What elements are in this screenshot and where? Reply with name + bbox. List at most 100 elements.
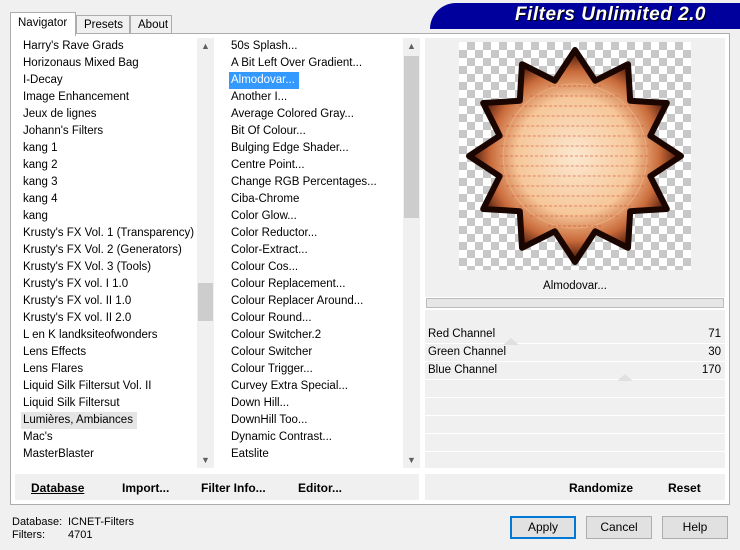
category-scrollbar[interactable]: ▲ ▼ [197, 38, 214, 468]
list-item[interactable]: Krusty's FX Vol. 3 (Tools) [21, 259, 197, 276]
reset-button[interactable]: Reset [668, 481, 701, 495]
scroll-down-icon[interactable]: ▼ [407, 456, 416, 465]
tab-presets[interactable]: Presets [76, 15, 130, 35]
category-list[interactable]: Harry's Rave Grads Horizonaus Mixed Bag I-… [21, 38, 197, 468]
list-item-label: Colour Replacement... [231, 278, 346, 290]
list-item[interactable]: Down Hill... [229, 395, 403, 412]
list-item[interactable]: Lens Flares [21, 361, 197, 378]
list-item-label: Down Hill... [231, 397, 290, 409]
list-item[interactable]: kang 3 [21, 174, 197, 191]
list-item-label: kang 4 [23, 193, 58, 205]
slider-handle[interactable] [503, 338, 519, 345]
list-item[interactable]: Dynamic Contrast... [229, 429, 403, 446]
slider-handle[interactable] [617, 374, 633, 381]
list-item[interactable]: Colour Switcher.2 [229, 327, 403, 344]
list-item[interactable]: Colour Round... [229, 310, 403, 327]
list-item-label: Color Glow... [231, 210, 297, 222]
slider-empty [425, 399, 725, 416]
list-item[interactable]: Almodovar... [229, 71, 403, 90]
apply-button[interactable]: Apply [510, 516, 576, 539]
list-item[interactable]: Curvey Extra Special... [229, 378, 403, 395]
list-item-label: Colour Cos... [231, 261, 299, 273]
list-item[interactable]: L en K landksiteofwonders [21, 327, 197, 344]
list-item[interactable]: Centre Point... [229, 157, 403, 174]
list-item[interactable]: Krusty's FX Vol. 2 (Generators) [21, 242, 197, 259]
list-item[interactable]: Lens Effects [21, 344, 197, 361]
list-item[interactable]: Johann's Filters [21, 123, 197, 140]
list-item[interactable]: Bulging Edge Shader... [229, 140, 403, 157]
list-item[interactable]: Color-Extract... [229, 242, 403, 259]
list-item[interactable]: Krusty's FX vol. I 1.0 [21, 276, 197, 293]
database-label: Database [31, 481, 85, 495]
slider-blue-channel[interactable]: Blue Channel 170 [425, 362, 725, 380]
list-item[interactable]: Colour Trigger... [229, 361, 403, 378]
filter-scroll-thumb[interactable] [404, 56, 419, 218]
filters-count-value: 4701 [68, 529, 93, 541]
list-item[interactable]: Krusty's FX Vol. 1 (Transparency) [21, 225, 197, 242]
list-item[interactable]: Horizonaus Mixed Bag [21, 55, 197, 72]
banner-title: Filters Unlimited 2.0 [514, 4, 706, 25]
list-item-label: Color-Extract... [231, 244, 308, 256]
list-item[interactable]: kang 4 [21, 191, 197, 208]
cancel-button[interactable]: Cancel [586, 516, 652, 539]
database-button[interactable]: Database [31, 481, 84, 495]
list-item[interactable]: Colour Switcher [229, 344, 403, 361]
slider-green-channel[interactable]: Green Channel 30 [425, 344, 725, 362]
filter-scrollbar[interactable]: ▲ ▼ [403, 38, 420, 468]
list-item[interactable]: Lumières, Ambiances [21, 412, 197, 429]
list-item[interactable]: MasterBlaster [21, 446, 197, 463]
navigator-panel: Harry's Rave Grads Horizonaus Mixed Bag I-… [10, 33, 730, 505]
list-item[interactable]: DownHill Too... [229, 412, 403, 429]
list-item[interactable]: Image Enhancement [21, 89, 197, 106]
list-item[interactable]: Eatslite [229, 446, 403, 463]
list-item[interactable]: Color Glow... [229, 208, 403, 225]
list-item[interactable]: Liquid Silk Filtersut Vol. II [21, 378, 197, 395]
tab-navigator[interactable]: Navigator [10, 12, 76, 36]
list-item[interactable]: Mac's [21, 429, 197, 446]
filter-info-button[interactable]: Filter Info... [201, 481, 266, 495]
list-item[interactable]: Harry's Rave Grads [21, 38, 197, 55]
list-item[interactable]: 50s Splash... [229, 38, 403, 55]
list-item[interactable]: Color Reductor... [229, 225, 403, 242]
list-item[interactable]: kang 2 [21, 157, 197, 174]
list-item[interactable]: A Bit Left Over Gradient... [229, 55, 403, 72]
randomize-button[interactable]: Randomize [569, 481, 633, 495]
help-button[interactable]: Help [662, 516, 728, 539]
slider-value: 30 [708, 346, 721, 358]
import-label: Import... [122, 481, 170, 495]
scroll-down-icon[interactable]: ▼ [201, 456, 210, 465]
list-item-label: kang 3 [23, 176, 58, 188]
list-item[interactable]: I-Decay [21, 72, 197, 89]
preset-actions: Randomize Reset [425, 474, 725, 500]
editor-button[interactable]: Editor... [298, 481, 342, 495]
import-button[interactable]: Import... [122, 481, 169, 495]
list-item[interactable]: Bit Of Colour... [229, 123, 403, 140]
list-item[interactable]: Average Colored Gray... [229, 106, 403, 123]
list-item[interactable]: Another I... [229, 89, 403, 106]
title-banner: Filters Unlimited 2.0 [430, 3, 740, 29]
slider-red-channel[interactable]: Red Channel 71 [425, 326, 725, 344]
parameter-sliders: Red Channel 71 Green Channel 30 Blue Cha… [425, 310, 725, 468]
scroll-up-icon[interactable]: ▲ [201, 42, 210, 51]
list-item-label: kang 2 [23, 159, 58, 171]
list-item[interactable]: Ciba-Chrome [229, 191, 403, 208]
list-item[interactable]: Colour Replacer Around... [229, 293, 403, 310]
list-item-label: Bulging Edge Shader... [231, 142, 349, 154]
list-item[interactable]: Colour Cos... [229, 259, 403, 276]
list-item[interactable]: kang [21, 208, 197, 225]
scroll-up-icon[interactable]: ▲ [407, 42, 416, 51]
preview-image[interactable] [459, 42, 691, 270]
list-item[interactable]: Krusty's FX vol. II 2.0 [21, 310, 197, 327]
list-item[interactable]: Krusty's FX vol. II 1.0 [21, 293, 197, 310]
list-item[interactable]: Liquid Silk Filtersut [21, 395, 197, 412]
list-item-label: Color Reductor... [231, 227, 318, 239]
list-item-label: Krusty's FX vol. II 1.0 [23, 295, 132, 307]
tab-about[interactable]: About [130, 15, 172, 35]
slider-label: Blue Channel [428, 364, 498, 376]
list-item[interactable]: kang 1 [21, 140, 197, 157]
category-scroll-thumb[interactable] [198, 283, 213, 321]
filter-list[interactable]: 50s Splash... A Bit Left Over Gradient...… [229, 38, 403, 468]
list-item[interactable]: Change RGB Percentages... [229, 174, 403, 191]
list-item[interactable]: Colour Replacement... [229, 276, 403, 293]
list-item[interactable]: Jeux de lignes [21, 106, 197, 123]
